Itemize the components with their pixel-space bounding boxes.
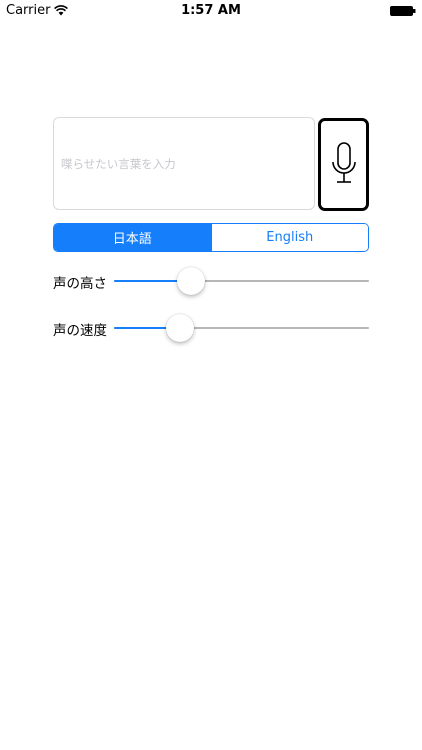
speed-slider-row: 声の速度 <box>53 313 369 343</box>
microphone-icon <box>331 141 356 183</box>
speed-slider-thumb[interactable] <box>166 314 195 342</box>
pitch-slider-row: 声の高さ <box>53 266 369 296</box>
status-bar: Carrier 1:57 AM <box>0 0 422 22</box>
pitch-label: 声の高さ <box>53 276 107 292</box>
battery-icon <box>390 6 416 16</box>
status-time: 1:57 AM <box>181 3 241 18</box>
segment-japanese[interactable]: 日本語 <box>54 224 211 251</box>
speech-text-input[interactable]: 喋らせたい言葉を入力 <box>53 117 315 210</box>
pitch-slider-thumb[interactable] <box>176 267 205 295</box>
microphone-button[interactable] <box>318 118 369 211</box>
pitch-slider[interactable] <box>114 266 369 296</box>
speech-text-placeholder: 喋らせたい言葉を入力 <box>61 157 176 171</box>
speed-label: 声の速度 <box>53 323 107 339</box>
language-segmented-control: 日本語 English <box>53 223 369 252</box>
speed-slider[interactable] <box>114 313 369 343</box>
segment-english[interactable]: English <box>210 224 368 251</box>
